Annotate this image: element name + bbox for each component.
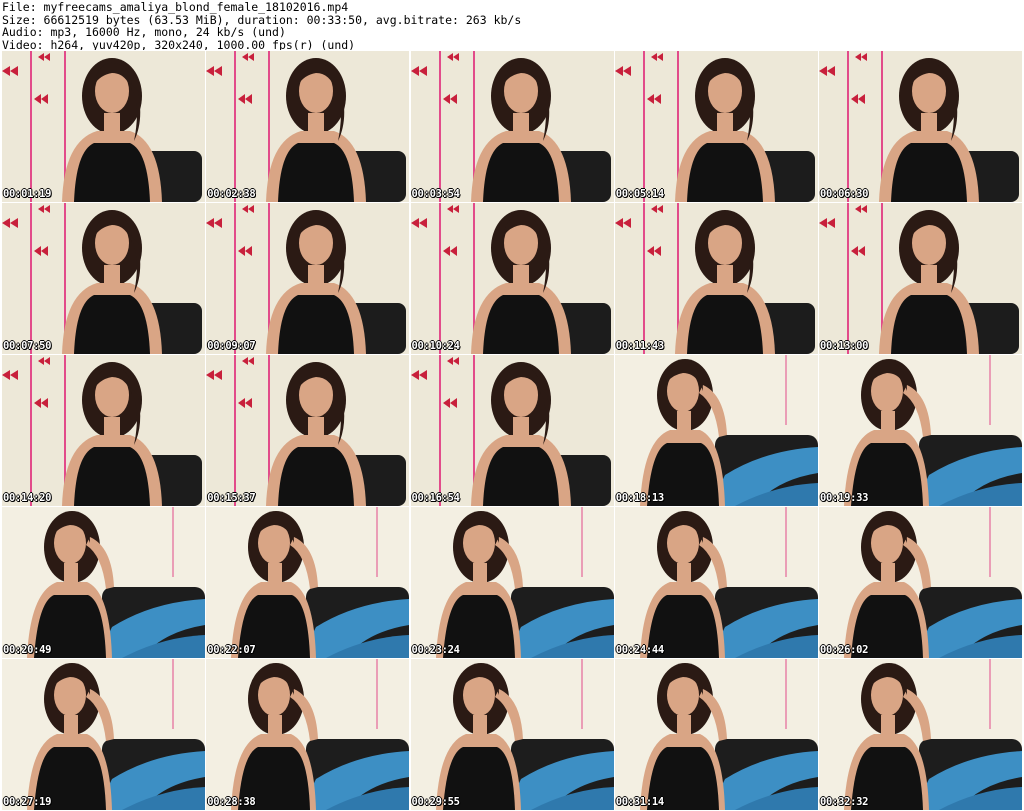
file-info-header: File: myfreecams_amaliya_blond_female_18… [0,0,1024,50]
frame-timestamp: 00:15:37 [207,492,256,504]
video-thumbnail: 00:09:07 [206,203,410,354]
frame-timestamp: 00:06:30 [820,188,869,200]
frame-timestamp: 00:13:00 [820,340,869,352]
frame-timestamp: 00:07:50 [3,340,52,352]
frame-illustration [206,507,410,658]
video-thumbnail: 00:16:54 [410,355,614,506]
video-thumbnail: 00:03:54 [410,51,614,202]
contact-sheet: File: myfreecams_amaliya_blond_female_18… [0,0,1024,811]
frame-illustration [2,659,205,810]
video-info-line: Video: h264, yuv420p, 320x240, 1000.00 f… [2,37,356,50]
frame-timestamp: 00:14:20 [3,492,52,504]
frame-illustration [206,51,410,202]
video-thumbnail: 00:18:13 [614,355,818,506]
video-thumbnail: 00:24:44 [614,507,818,658]
frame-timestamp: 00:22:07 [207,644,256,656]
video-thumbnail: 00:19:33 [819,355,1022,506]
frame-timestamp: 00:18:13 [615,492,664,504]
frame-timestamp: 00:01:19 [3,188,52,200]
thumbnail-grid: 00:01:19 00:02:38 00:03:54 00:05:14 00:06:30… [2,51,1022,810]
frame-illustration [2,355,205,506]
frame-timestamp: 00:09:07 [207,340,256,352]
frame-timestamp: 00:16:54 [411,492,460,504]
video-thumbnail: 00:23:24 [410,507,614,658]
frame-timestamp: 00:10:24 [411,340,460,352]
frame-timestamp: 00:03:54 [411,188,460,200]
video-thumbnail: 00:26:02 [819,507,1022,658]
frame-illustration [2,507,205,658]
video-thumbnail: 00:32:32 [819,659,1022,810]
frame-illustration [614,355,818,506]
video-thumbnail: 00:05:14 [614,51,818,202]
video-thumbnail: 00:22:07 [206,507,410,658]
frame-illustration [819,203,1022,354]
frame-timestamp: 00:27:19 [3,796,52,808]
video-thumbnail: 00:28:38 [206,659,410,810]
frame-illustration [410,51,614,202]
frame-illustration [819,355,1022,506]
file-name-line: File: myfreecams_amaliya_blond_female_18… [2,0,349,14]
audio-info-line: Audio: mp3, 16000 Hz, mono, 24 kb/s (und… [2,25,286,39]
video-thumbnail: 00:29:55 [410,659,614,810]
frame-timestamp: 00:11:43 [615,340,664,352]
frame-timestamp: 00:02:38 [207,188,256,200]
frame-timestamp: 00:29:55 [411,796,460,808]
video-thumbnail: 00:10:24 [410,203,614,354]
frame-illustration [410,659,614,810]
frame-illustration [206,203,410,354]
frame-timestamp: 00:32:32 [820,796,869,808]
frame-timestamp: 00:28:38 [207,796,256,808]
video-thumbnail: 00:20:49 [2,507,205,658]
frame-illustration [614,659,818,810]
video-thumbnail: 00:06:30 [819,51,1022,202]
frame-illustration [819,507,1022,658]
frame-illustration [206,355,410,506]
frame-timestamp: 00:19:33 [820,492,869,504]
frame-illustration [2,51,205,202]
frame-illustration [206,659,410,810]
frame-illustration [614,51,818,202]
frame-illustration [410,507,614,658]
frame-timestamp: 00:26:02 [820,644,869,656]
frame-timestamp: 00:20:49 [3,644,52,656]
video-thumbnail: 00:14:20 [2,355,205,506]
frame-timestamp: 00:24:44 [615,644,664,656]
video-thumbnail: 00:01:19 [2,51,205,202]
frame-illustration [819,51,1022,202]
video-thumbnail: 00:11:43 [614,203,818,354]
frame-illustration [614,203,818,354]
frame-illustration [410,355,614,506]
frame-illustration [2,203,205,354]
video-thumbnail: 00:31:14 [614,659,818,810]
video-thumbnail: 00:27:19 [2,659,205,810]
frame-illustration [410,203,614,354]
video-thumbnail: 00:02:38 [206,51,410,202]
frame-illustration [819,659,1022,810]
video-thumbnail: 00:07:50 [2,203,205,354]
frame-illustration [614,507,818,658]
frame-timestamp: 00:05:14 [615,188,664,200]
video-thumbnail: 00:13:00 [819,203,1022,354]
frame-timestamp: 00:23:24 [411,644,460,656]
frame-timestamp: 00:31:14 [615,796,664,808]
video-thumbnail: 00:15:37 [206,355,410,506]
